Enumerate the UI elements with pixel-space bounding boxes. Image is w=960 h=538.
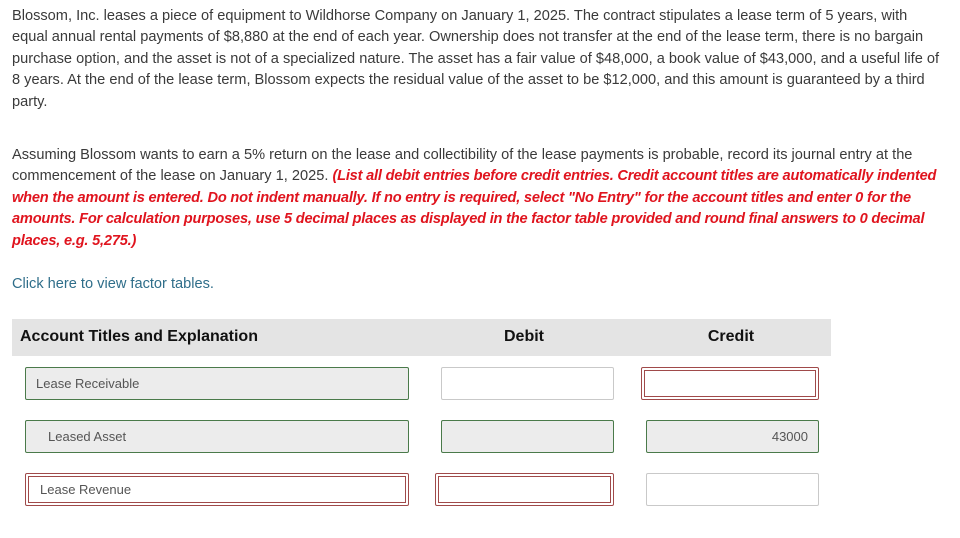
debit-input[interactable]	[441, 367, 614, 400]
account-title-input[interactable]: Lease Revenue	[25, 473, 409, 506]
credit-input[interactable]: 43000	[646, 420, 819, 453]
question-task: Assuming Blossom wants to earn a 5% retu…	[12, 145, 947, 252]
account-title-input[interactable]: Lease Receivable	[25, 367, 409, 400]
debit-input[interactable]	[441, 420, 614, 453]
header-account-titles: Account Titles and Explanation	[20, 328, 258, 345]
journal-table-header: Account Titles and Explanation Debit Cre…	[12, 319, 831, 356]
credit-input[interactable]	[641, 367, 819, 400]
question-paragraph: Blossom, Inc. leases a piece of equipmen…	[12, 8, 940, 110]
header-debit: Debit	[504, 328, 544, 345]
credit-input[interactable]	[646, 473, 819, 506]
factor-tables-link[interactable]: Click here to view factor tables.	[12, 276, 214, 292]
account-title-input[interactable]: Leased Asset	[25, 420, 409, 453]
debit-input[interactable]	[435, 473, 614, 506]
header-credit: Credit	[707, 328, 755, 345]
